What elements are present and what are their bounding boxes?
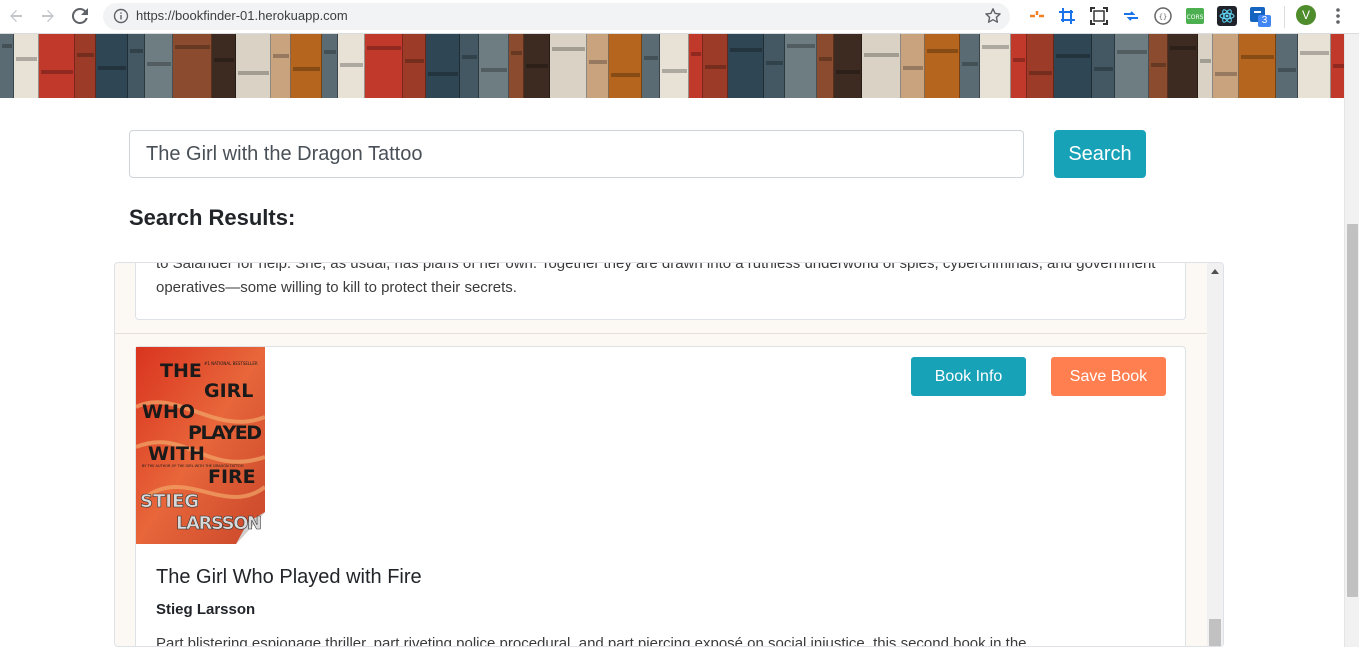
arrow-left-icon bbox=[10, 10, 22, 22]
bookmark-star-icon[interactable] bbox=[984, 7, 1002, 25]
cover-line: GIRL bbox=[204, 380, 253, 402]
scroll-up-arrow-icon[interactable] bbox=[1211, 269, 1219, 274]
cover-line: FIRE bbox=[208, 466, 256, 488]
result-card: THE GIRL WHO PLAYED WITH FIRE STIEG LARS… bbox=[135, 346, 1186, 647]
toolbar-separator bbox=[1284, 6, 1285, 28]
cover-line: STIEG bbox=[140, 491, 199, 512]
cover-line: WHO bbox=[142, 401, 195, 423]
save-book-button[interactable]: Save Book bbox=[1051, 357, 1166, 396]
crop-icon[interactable] bbox=[1057, 6, 1077, 26]
forward-button[interactable] bbox=[36, 4, 60, 28]
cover-line: PLAYED bbox=[188, 422, 262, 444]
reload-icon bbox=[72, 8, 88, 24]
results-panel[interactable]: to Salander for help. She, as usual, has… bbox=[114, 262, 1224, 647]
address-bar[interactable]: https://bookfinder-01.herokuapp.com bbox=[103, 3, 1010, 30]
book-title: The Girl Who Played with Fire bbox=[156, 566, 422, 588]
cover-line: THE bbox=[160, 360, 202, 382]
book-description: Part blistering espionage thriller, part… bbox=[156, 635, 1027, 647]
previous-result-description: to Salander for help. She, as usual, has… bbox=[156, 262, 1156, 296]
info-icon[interactable] bbox=[113, 8, 129, 24]
notes-extension[interactable]: 3 bbox=[1249, 6, 1271, 27]
screenshot-icon[interactable] bbox=[1089, 6, 1109, 26]
arrows-icon[interactable] bbox=[1121, 6, 1141, 26]
more-menu-icon[interactable] bbox=[1330, 6, 1346, 26]
page-scrollbar[interactable] bbox=[1344, 34, 1359, 647]
results-scrollbar-thumb[interactable] bbox=[1209, 619, 1221, 646]
book-info-button[interactable]: Book Info bbox=[911, 357, 1026, 396]
cover-line: LARSSON bbox=[176, 513, 262, 534]
extension-badge: 3 bbox=[1258, 15, 1271, 27]
cover-line: WITH bbox=[148, 443, 205, 465]
cors-icon[interactable]: CORS bbox=[1185, 6, 1205, 26]
search-input[interactable] bbox=[129, 130, 1024, 178]
previous-result-card: to Salander for help. She, as usual, has… bbox=[135, 262, 1186, 320]
profile-avatar[interactable]: V bbox=[1296, 5, 1316, 25]
browser-toolbar: https://bookfinder-01.herokuapp.com {} C… bbox=[0, 0, 1359, 34]
cover-badge: #1 NATIONAL BESTSELLER bbox=[204, 361, 258, 366]
react-icon[interactable] bbox=[1217, 6, 1237, 26]
svg-text:CORS: CORS bbox=[1187, 14, 1204, 21]
arrow-right-icon bbox=[42, 10, 54, 22]
results-heading: Search Results: bbox=[129, 205, 296, 230]
frame-icon[interactable] bbox=[1027, 6, 1047, 26]
back-button[interactable] bbox=[4, 4, 28, 28]
svg-text:{}: {} bbox=[1159, 13, 1167, 21]
page-scrollbar-thumb[interactable] bbox=[1347, 224, 1358, 597]
search-button[interactable]: Search bbox=[1054, 130, 1146, 178]
book-cover-image: THE GIRL WHO PLAYED WITH FIRE STIEG LARS… bbox=[136, 347, 265, 544]
results-scrollbar[interactable] bbox=[1207, 263, 1223, 646]
reload-button[interactable] bbox=[68, 4, 92, 28]
code-icon[interactable]: {} bbox=[1153, 6, 1173, 26]
url-text: https://bookfinder-01.herokuapp.com bbox=[136, 8, 348, 23]
book-author: Stieg Larsson bbox=[156, 601, 256, 618]
result-divider bbox=[115, 333, 1209, 334]
cover-note: BY THE AUTHOR OF THE GIRL WITH THE DRAGO… bbox=[142, 464, 244, 468]
bookshelf-banner bbox=[0, 34, 1344, 98]
book-cover: THE GIRL WHO PLAYED WITH FIRE STIEG LARS… bbox=[136, 347, 265, 544]
bookshelf-image bbox=[0, 34, 1344, 98]
